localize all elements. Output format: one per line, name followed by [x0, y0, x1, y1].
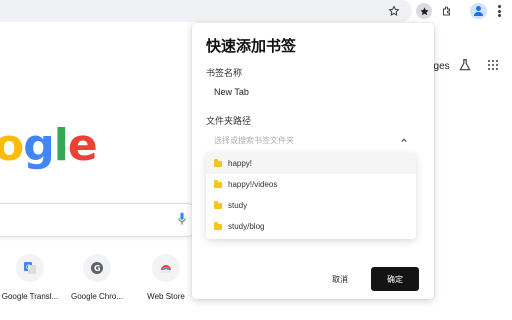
svg-text:G: G — [94, 264, 101, 273]
bookmark-star-icon[interactable] — [416, 3, 432, 19]
shortcut-tile[interactable]: Web Store — [136, 254, 196, 301]
popup-title: 快速添加书签 — [206, 38, 297, 55]
folder-option-label: study/blog — [228, 222, 265, 231]
folder-path-select[interactable]: 选择或搜索书签文件夹 — [206, 129, 416, 151]
shortcut-label: Web Store — [147, 292, 185, 301]
shortcut-tile[interactable]: G Google Chro... — [67, 254, 127, 301]
bookmark-name-label: 书签名称 — [206, 68, 243, 78]
folder-path-placeholder: 选择或搜索书签文件夹 — [214, 135, 294, 145]
cancel-button[interactable]: 取消 — [314, 268, 366, 290]
folder-icon — [214, 179, 222, 188]
google-translate-icon: G — [16, 254, 44, 282]
quick-add-bookmark-popup: 快速添加书签 书签名称 文件夹路径 选择或搜索书签文件夹 happy! happ… — [192, 23, 434, 299]
folder-dropdown: happy! happy!/videos study study/blog — [206, 153, 416, 239]
folder-icon — [214, 221, 222, 230]
folder-path-label: 文件夹路径 — [206, 116, 252, 126]
svg-text:G: G — [26, 264, 31, 271]
google-logo: ogle — [0, 120, 98, 171]
confirm-button[interactable]: 确定 — [371, 267, 419, 291]
profile-avatar-icon[interactable] — [470, 3, 487, 19]
google-g-icon: G — [83, 254, 111, 282]
labs-flask-icon[interactable] — [458, 58, 472, 72]
folder-option[interactable]: study/blog — [206, 216, 416, 237]
bookmark-name-input[interactable] — [206, 81, 416, 103]
extensions-puzzle-icon[interactable] — [439, 3, 455, 19]
microphone-icon[interactable] — [178, 212, 186, 226]
folder-option-label: study — [228, 201, 248, 210]
chrome-web-store-icon — [152, 254, 180, 282]
ntp-search-box[interactable] — [0, 203, 202, 237]
folder-option-label: happy!/videos — [228, 180, 278, 189]
star-icon[interactable] — [386, 3, 402, 19]
folder-option[interactable]: happy!/videos — [206, 174, 416, 195]
apps-grid-icon[interactable] — [488, 60, 498, 70]
address-bar[interactable] — [0, 0, 412, 22]
browser-toolbar — [0, 0, 512, 22]
shortcut-label: Google Chro... — [70, 292, 124, 301]
folder-option[interactable]: happy! — [206, 153, 416, 174]
shortcut-label: Google Transl... — [1, 292, 59, 301]
folder-option[interactable]: study — [206, 195, 416, 216]
chevron-up-icon — [401, 138, 407, 142]
folder-option-label: happy! — [228, 159, 253, 168]
folder-icon — [214, 158, 222, 167]
more-menu-icon[interactable] — [498, 5, 501, 17]
shortcut-tile[interactable]: G Google Transl... — [0, 254, 60, 301]
folder-icon — [214, 200, 222, 209]
